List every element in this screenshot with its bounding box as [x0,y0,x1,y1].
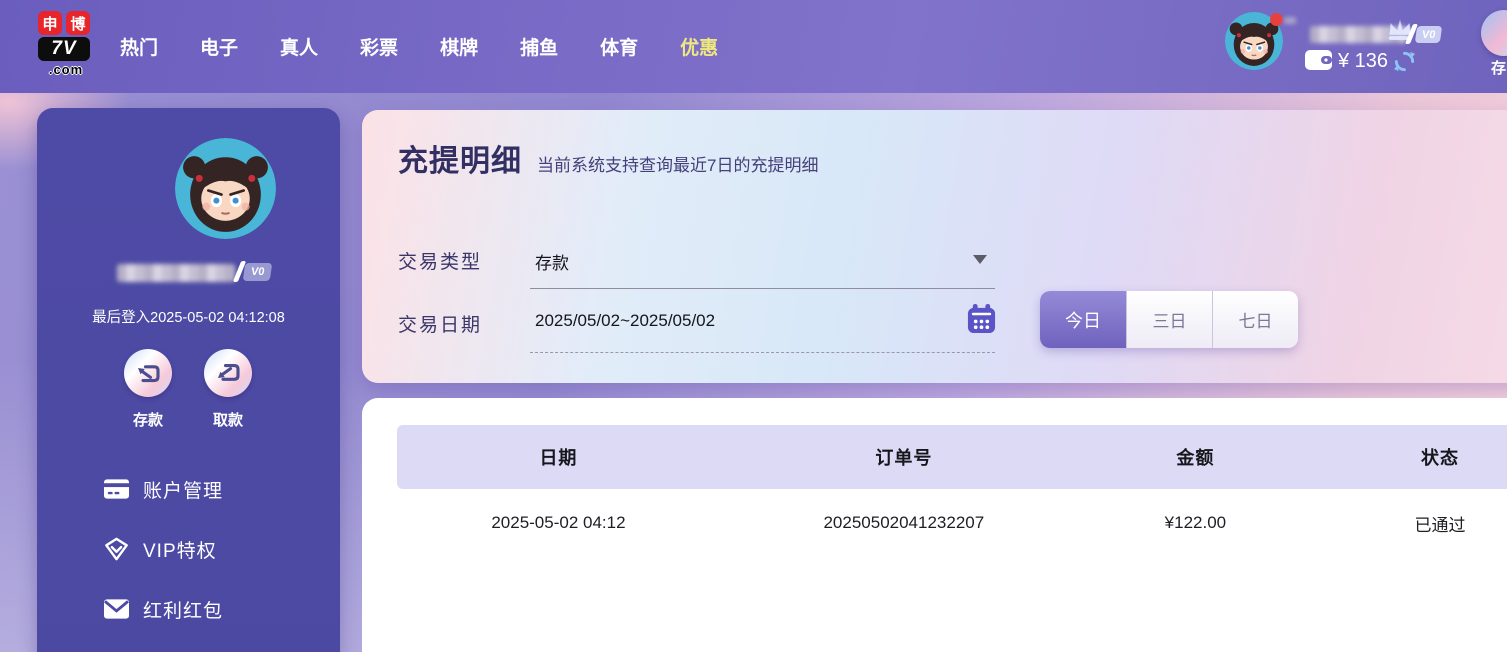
page-subtitle: 当前系统支持查询最近7日的充提明细 [537,151,818,176]
sidebar-item-vip[interactable]: VIP特权 [104,534,324,564]
withdraw-label: 取款 [198,409,258,430]
filter-panel: 充提明细 当前系统支持查询最近7日的充提明细 交易类型 存款 ▼ 交易日期 20… [362,110,1507,383]
wallet-balance: ¥ 136 [1338,50,1388,73]
date-range-tabs: 今日 三日 七日 [1040,291,1298,348]
main-nav: 热门 电子 真人 彩票 棋牌 捕鱼 体育 优惠 [120,0,718,93]
nav-item-promos[interactable]: 优惠 [680,33,718,60]
cell-status: 已通过 [1303,511,1507,536]
notification-dot [1270,13,1283,26]
column-header-amount: 金额 [1088,444,1303,470]
bank-card-icon [104,479,129,499]
refresh-balance-icon[interactable] [1393,50,1416,73]
page: 申 博 7V .com 热门 电子 真人 彩票 棋牌 捕鱼 体育 优惠 [0,0,1507,652]
withdraw-button[interactable] [204,349,252,397]
brand-badges: 申 博 [38,11,94,35]
cell-amount: ¥122.00 [1088,513,1303,533]
page-title: 充提明细 [398,136,522,180]
deposit-label: 存款 [118,409,178,430]
nav-item-hot[interactable]: 热门 [120,33,158,60]
withdraw-icon [213,358,243,388]
nav-item-lottery[interactable]: 彩票 [360,33,398,60]
tab-today[interactable]: 今日 [1040,291,1126,348]
brand-badge-right: 博 [66,11,90,35]
floating-deposit-label: 存 [1491,57,1506,78]
wallet-icon [1305,49,1333,71]
sidebar-avatar[interactable] [175,138,276,239]
nav-item-live[interactable]: 真人 [280,33,318,60]
avatar-image [175,138,276,239]
nav-item-fishing[interactable]: 捕鱼 [520,33,558,60]
tab-seven-days[interactable]: 七日 [1212,291,1298,348]
header-vip-badge: V0 [1415,26,1443,43]
sidebar-item-label: 红利红包 [143,596,223,623]
column-header-status: 状态 [1303,444,1507,470]
vip-diamond-icon [104,537,129,561]
last-login-text: 最后登入2025-05-02 04:12:08 [37,306,340,327]
transaction-date-value[interactable]: 2025/05/02~2025/05/02 [535,311,715,331]
sidebar-vip-badge: V0 [243,263,273,281]
nav-item-slots[interactable]: 电子 [200,33,238,60]
transaction-date-label: 交易日期 [398,310,482,337]
cell-order-no: 20250502041232207 [720,513,1088,533]
brand-logo[interactable]: 申 博 7V .com [38,11,94,77]
sidebar-username-blurred [117,264,235,282]
transaction-type-value[interactable]: 存款 [535,249,569,274]
sidebar-item-label: 账户管理 [143,476,223,503]
type-field-underline [530,288,995,289]
column-header-order-no: 订单号 [720,444,1088,470]
floating-deposit-button[interactable] [1481,10,1507,56]
nav-item-sports[interactable]: 体育 [600,33,638,60]
sidebar-item-label: VIP特权 [143,536,217,563]
top-navbar: 申 博 7V .com 热门 电子 真人 彩票 棋牌 捕鱼 体育 优惠 [0,0,1507,93]
brand-tld: .com [38,62,94,77]
sidebar-item-bonus[interactable]: 红利红包 [104,594,324,624]
profile-sidebar: V0 最后登入2025-05-02 04:12:08 存款 取款 [37,108,340,652]
column-header-date: 日期 [397,444,720,470]
deposit-icon [133,358,163,388]
calendar-icon[interactable] [966,303,997,334]
cell-date: 2025-05-02 04:12 [397,513,720,533]
tab-three-days[interactable]: 三日 [1126,291,1212,348]
brand-name: 7V [38,37,90,61]
brand-badge-left: 申 [38,11,62,35]
transaction-type-label: 交易类型 [398,247,482,274]
nav-item-cards[interactable]: 棋牌 [440,33,478,60]
red-packet-icon [104,599,129,619]
sidebar-item-account[interactable]: 账户管理 [104,474,324,504]
table-row: 2025-05-02 04:12 20250502041232207 ¥122.… [397,503,1507,543]
table-header-row: 日期 订单号 金额 状态 [397,425,1507,489]
chevron-down-icon[interactable]: ▼ [973,255,987,264]
blurred-count [1284,17,1296,24]
records-panel: 日期 订单号 金额 状态 2025-05-02 04:12 2025050204… [362,398,1507,652]
deposit-button[interactable] [124,349,172,397]
date-field-underline [530,352,995,353]
